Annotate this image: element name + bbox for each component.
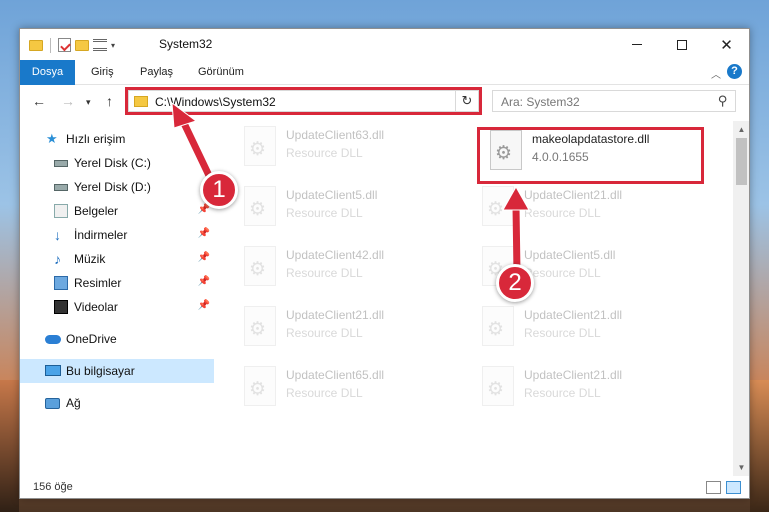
annotation-arrows <box>171 101 530 276</box>
step-1-badge: 1 <box>200 171 238 209</box>
arrow-step-2 <box>502 185 530 276</box>
step-2-badge: 2 <box>496 264 534 302</box>
